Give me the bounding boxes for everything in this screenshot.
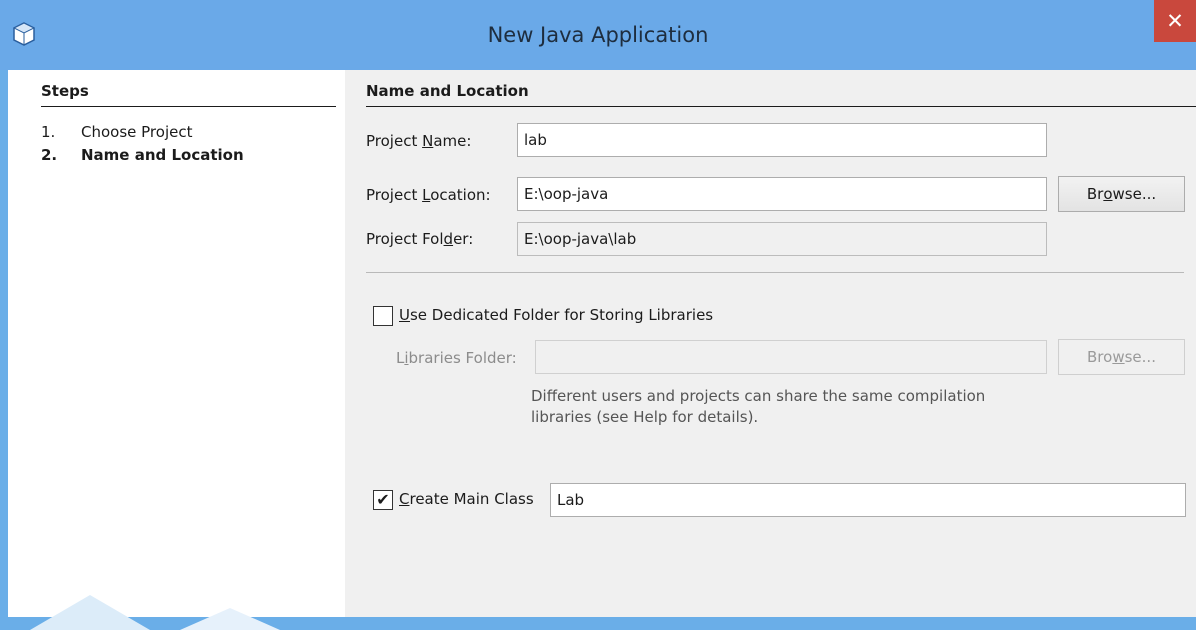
watermark-graphic xyxy=(30,595,280,630)
close-button[interactable]: ✕ xyxy=(1154,0,1196,42)
checkmark-icon: ✔ xyxy=(376,490,390,509)
name-and-location-pane: Name and Location Project Name: lab Proj… xyxy=(345,70,1196,617)
label-mnemonic: L xyxy=(422,186,431,204)
step-number: 2. xyxy=(41,146,58,164)
project-folder-label: Project Folder: xyxy=(366,230,473,248)
browse-libraries-button[interactable]: Bro w se... xyxy=(1058,339,1185,375)
label-mnemonic: C xyxy=(399,490,410,508)
label-text: reate Main Class xyxy=(409,490,534,508)
main-class-input[interactable]: Lab xyxy=(550,483,1186,517)
close-icon: ✕ xyxy=(1166,9,1184,33)
dedicated-folder-label[interactable]: Use Dedicated Folder for Storing Librari… xyxy=(399,306,713,324)
steps-pane: Steps 1. Choose Project 2. Name and Locati… xyxy=(8,70,345,617)
label-mnemonic: d xyxy=(443,230,454,248)
button-mnemonic: w xyxy=(1112,348,1125,366)
libraries-folder-label: Libraries Folder: xyxy=(396,349,517,367)
project-name-input[interactable]: lab xyxy=(517,123,1047,157)
hint-line: libraries (see Help for details). xyxy=(531,408,759,426)
label-text: er: xyxy=(453,230,474,248)
dedicated-folder-checkbox[interactable] xyxy=(373,306,393,326)
button-text: wse... xyxy=(1112,185,1157,203)
create-main-class-checkbox[interactable]: ✔ xyxy=(373,490,393,510)
steps-title: Steps xyxy=(41,82,336,107)
label-mnemonic: U xyxy=(399,306,410,324)
title-bar: New Java Application ✕ xyxy=(0,0,1196,70)
step-item-choose-project: 1. Choose Project xyxy=(41,123,192,141)
step-label: Name and Location xyxy=(81,146,244,164)
step-number: 1. xyxy=(41,123,56,141)
project-location-input[interactable]: E:\oop-java xyxy=(517,177,1047,211)
label-text: Project xyxy=(366,186,423,204)
button-text: Br xyxy=(1086,185,1104,203)
hint-line: Different users and projects can share t… xyxy=(531,387,986,405)
label-text: ame: xyxy=(433,132,472,150)
label-text: ocation: xyxy=(430,186,491,204)
project-folder-field: E:\oop-java\lab xyxy=(517,222,1047,256)
button-mnemonic: o xyxy=(1103,185,1113,203)
window-title: New Java Application xyxy=(487,23,709,47)
section-title: Name and Location xyxy=(366,82,1196,107)
label-mnemonic: N xyxy=(422,132,434,150)
create-main-class-label[interactable]: Create Main Class xyxy=(399,490,534,508)
project-name-label: Project Name: xyxy=(366,132,471,150)
label-text: se Dedicated Folder for Storing Librarie… xyxy=(409,306,714,324)
libraries-hint-text: Different users and projects can share t… xyxy=(531,386,1051,428)
label-text: Project Fol xyxy=(366,230,444,248)
button-text: Bro xyxy=(1087,348,1113,366)
libraries-folder-input[interactable] xyxy=(535,340,1047,374)
separator xyxy=(366,272,1184,273)
button-text: se... xyxy=(1124,348,1156,366)
step-label: Choose Project xyxy=(81,123,193,141)
browse-location-button[interactable]: Br o wse... xyxy=(1058,176,1185,212)
label-text: Project xyxy=(366,132,423,150)
label-text: braries Folder: xyxy=(408,349,517,367)
step-item-name-and-location: 2. Name and Location xyxy=(41,146,244,164)
project-location-label: Project Location: xyxy=(366,186,491,204)
